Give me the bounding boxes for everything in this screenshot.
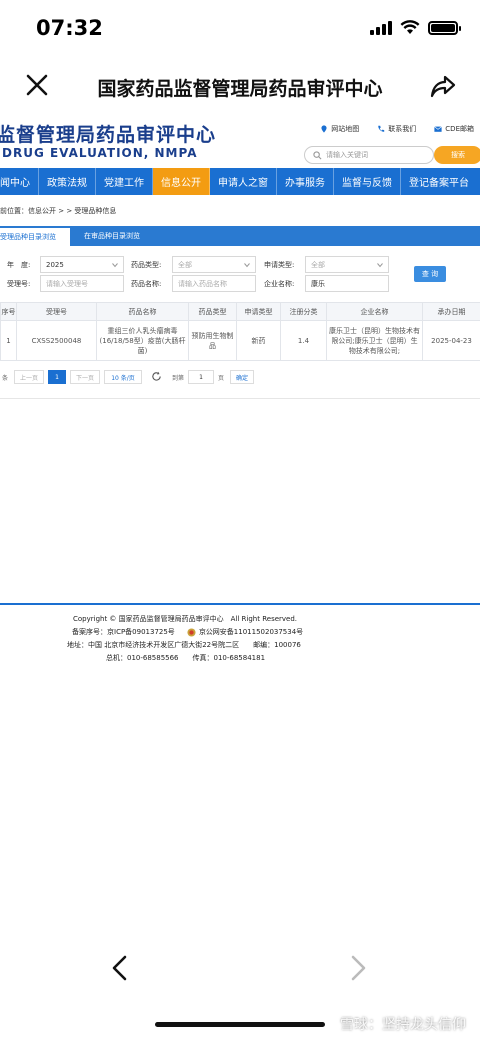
- table-row: 1 CXSS2500048 重组三价人乳头瘤病毒(16/18/58型）疫苗(大肠…: [0, 320, 480, 361]
- chevron-down-icon: [244, 263, 250, 268]
- cell-drug-type: 预防用生物制品: [188, 320, 237, 361]
- footer-copyright: Copyright © 国家药品监督管理局药品审评中心 All Right Re…: [73, 615, 298, 623]
- tab-accepted-list[interactable]: 受理品种目录浏览: [0, 226, 70, 246]
- col-header-date: 承办日期: [422, 302, 480, 321]
- status-time: 07:32: [36, 16, 103, 40]
- subtabs: 受理品种目录浏览 在审品种目录浏览: [0, 226, 480, 246]
- cde-mail-link[interactable]: CDE邮箱: [434, 124, 474, 134]
- location-pin-icon: [321, 125, 327, 133]
- footer-phones: 总机：010-68585566 传真：010-68584181: [106, 654, 266, 662]
- menu-item-feedback[interactable]: 监督与反馈: [334, 168, 401, 195]
- cell-index: 1: [0, 320, 17, 361]
- accept-no-label: 受理号:: [7, 280, 31, 288]
- cell-apply-type: 新药: [236, 320, 281, 361]
- drug-name-label: 药品名称:: [131, 280, 162, 288]
- police-emblem-icon: [187, 628, 196, 637]
- footer-address: 地址：中国 北京市经济技术开发区广德大街22号院二区 邮编：100076: [67, 641, 301, 649]
- close-icon[interactable]: [22, 70, 52, 100]
- top-links: 网站地图 联系我们 CDE邮箱: [320, 124, 474, 134]
- goto-page-input[interactable]: 1: [188, 370, 214, 384]
- forward-arrow-icon[interactable]: [346, 955, 370, 981]
- page-title: 国家药品监督管理局药品审评中心: [97, 78, 383, 100]
- status-icons: [370, 20, 461, 35]
- main-menu: 闻中心 政策法规 党建工作 信息公开 申请人之窗 办事服务 监督与反馈 登记备案…: [0, 168, 480, 195]
- site-logo-name: 监督管理局药品审评中心: [0, 124, 217, 146]
- menu-item-info-public[interactable]: 信息公开: [153, 168, 210, 195]
- drug-type-label: 药品类型:: [131, 261, 162, 269]
- footer-divider: [0, 603, 480, 605]
- col-header-reg-class: 注册分类: [280, 302, 327, 321]
- site-search-button[interactable]: 搜索: [434, 146, 480, 164]
- sitemap-link[interactable]: 网站地图: [320, 124, 359, 134]
- apply-type-label: 申请类型:: [264, 261, 295, 269]
- menu-item-services[interactable]: 办事服务: [277, 168, 334, 195]
- site-header: 监督管理局药品审评中心 DRUG EVALUATION, NMPA 网站地图 联…: [0, 112, 480, 168]
- chevron-down-icon: [112, 263, 118, 268]
- next-page-button[interactable]: 下一页: [70, 370, 100, 384]
- footer-police[interactable]: 京公网安备11011502037534号: [199, 626, 303, 639]
- footer-icp[interactable]: 备案序号：京ICP备09013725号: [72, 626, 175, 639]
- cell-drug-name: 重组三价人乳头瘤病毒(16/18/58型）疫苗(大肠杆菌): [96, 320, 189, 361]
- cell-company: 康乐卫士（昆明）生物技术有限公司;康乐卫士（昆明）生物技术有限公司;: [326, 320, 423, 361]
- col-header-drug-name: 药品名称: [96, 302, 189, 321]
- pagination: 条 上一页 1 下一页 10 条/页 到第 1 页 确定: [0, 370, 480, 386]
- refresh-icon[interactable]: [151, 371, 162, 382]
- mail-icon: [434, 126, 443, 132]
- company-input[interactable]: 康乐: [305, 275, 389, 292]
- page-1-button[interactable]: 1: [48, 370, 66, 384]
- accept-no-input[interactable]: 请输入受理号: [40, 275, 124, 292]
- col-header-drug-type: 药品类型: [188, 302, 237, 321]
- site-footer: Copyright © 国家药品监督管理局药品审评中心 All Right Re…: [0, 613, 480, 665]
- menu-item-applicant[interactable]: 申请人之窗: [210, 168, 277, 195]
- drug-name-input[interactable]: 请输入药品名称: [172, 275, 256, 292]
- content-divider: [0, 398, 480, 399]
- year-select[interactable]: 2025: [40, 256, 124, 273]
- cell-accept-no[interactable]: CXSS2500048: [16, 320, 97, 361]
- battery-icon: [428, 20, 461, 35]
- cell-reg-class: 1.4: [280, 320, 327, 361]
- phone-icon: [378, 125, 385, 132]
- home-indicator: [155, 1022, 325, 1027]
- chevron-down-icon: [377, 263, 383, 268]
- prev-page-button[interactable]: 上一页: [14, 370, 44, 384]
- col-header-apply-type: 申请类型: [236, 302, 281, 321]
- results-table: 序号 受理号 药品名称 药品类型 申请类型 注册分类 企业名称 承办日期 1 C…: [0, 302, 480, 361]
- wifi-icon: [400, 20, 420, 34]
- col-header-index: 序号: [0, 302, 17, 321]
- menu-item-registration[interactable]: 登记备案平台: [401, 168, 477, 195]
- footer-records: 备案序号：京ICP备09013725号 京公网安备11011502037534号: [0, 626, 480, 639]
- filter-row-1: 年 度: 2025 药品类型: 全部 申请类型: 全部: [0, 256, 480, 274]
- menu-item-party[interactable]: 党建工作: [96, 168, 153, 195]
- menu-item-news[interactable]: 闻中心: [0, 168, 39, 195]
- cell-date: 2025-04-23: [422, 320, 480, 361]
- col-header-company: 企业名称: [326, 302, 423, 321]
- goto-label: 到第: [172, 375, 185, 382]
- goto-confirm-button[interactable]: 确定: [230, 370, 254, 384]
- page-suffix: 页: [218, 375, 225, 382]
- share-icon[interactable]: [428, 71, 458, 101]
- apply-type-select[interactable]: 全部: [305, 256, 389, 273]
- col-header-accept-no: 受理号: [16, 302, 97, 321]
- table-header-row: 序号 受理号 药品名称 药品类型 申请类型 注册分类 企业名称 承办日期: [0, 302, 480, 321]
- cellular-signal-icon: [370, 20, 392, 35]
- webview-nav-bar: 国家药品监督管理局药品审评中心: [0, 60, 480, 112]
- status-bar: 07:32: [0, 0, 480, 60]
- company-label: 企业名称:: [264, 280, 295, 288]
- tab-under-review-list[interactable]: 在审品种目录浏览: [70, 226, 154, 246]
- breadcrumb: 前位置：信息公开 > > 受理品种信息: [0, 207, 117, 215]
- menu-item-policy[interactable]: 政策法规: [39, 168, 96, 195]
- filter-row-2: 受理号: 请输入受理号 药品名称: 请输入药品名称 企业名称: 康乐: [0, 275, 480, 293]
- page-size-select[interactable]: 10 条/页: [104, 370, 142, 384]
- drug-type-select[interactable]: 全部: [172, 256, 256, 273]
- search-icon: [313, 150, 322, 159]
- back-arrow-icon[interactable]: [108, 955, 132, 981]
- total-count-suffix: 条: [2, 375, 9, 382]
- contact-link[interactable]: 联系我们: [377, 124, 416, 134]
- site-search-input[interactable]: 请输入关键词: [304, 146, 434, 164]
- site-logo-english: DRUG EVALUATION, NMPA: [2, 146, 198, 160]
- year-label: 年 度:: [7, 261, 31, 269]
- watermark: 雪球：坚持龙头信仰: [340, 1017, 466, 1033]
